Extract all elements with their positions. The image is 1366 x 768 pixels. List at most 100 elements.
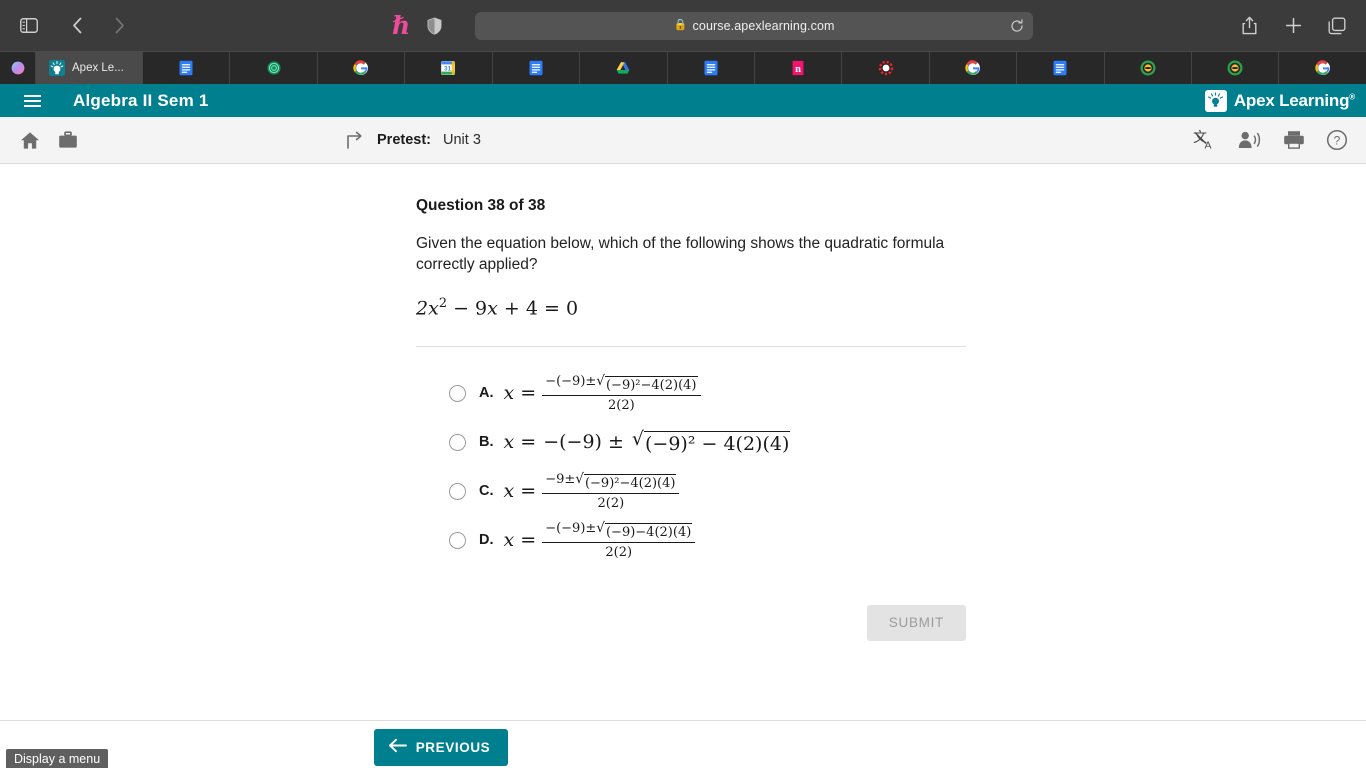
content-divider xyxy=(416,345,966,347)
question-prompt: Given the equation below, which of the f… xyxy=(416,235,945,273)
breadcrumb: Pretest: Unit 3 xyxy=(346,131,481,150)
option-d-fraction: −(−9)± √ (−9)−4(2)(4) 2(2) xyxy=(542,519,696,560)
equation-rhs: 0 xyxy=(565,297,579,320)
bottom-navigation-bar: PREVIOUS Display a menu xyxy=(0,720,1366,768)
reload-icon[interactable] xyxy=(1010,18,1024,33)
option-c-radical: √ (−9)²−4(2)(4) xyxy=(575,470,677,491)
lock-icon: 🔒 xyxy=(673,19,688,31)
secondary-toolbar: Pretest: Unit 3 文A ? xyxy=(0,117,1366,164)
tab-red-dotted[interactable] xyxy=(842,52,930,84)
tab-notion[interactable]: n xyxy=(755,52,843,84)
print-icon[interactable] xyxy=(1283,130,1305,150)
hamburger-menu-icon[interactable] xyxy=(24,94,41,107)
tab-arc-browser[interactable] xyxy=(0,52,36,84)
svg-text:?: ? xyxy=(1334,134,1341,148)
sqrt-icon: √ xyxy=(575,470,584,487)
option-c-lead: x = xyxy=(503,480,537,503)
sidebar-toggle-icon[interactable] xyxy=(14,12,44,40)
option-b-radicand: (−9)² − 4(2)(4) xyxy=(644,430,791,455)
option-letter-b: B. xyxy=(479,434,494,451)
read-aloud-icon[interactable] xyxy=(1238,130,1262,150)
tab-google-docs-3[interactable] xyxy=(668,52,755,84)
brand-trademark: ® xyxy=(1349,91,1355,101)
previous-button-label: PREVIOUS xyxy=(415,739,491,755)
radio-option-d[interactable] xyxy=(449,531,466,549)
toolbar-nav-icons xyxy=(20,131,78,150)
back-chevron-icon[interactable] xyxy=(62,12,92,40)
equation-minus: − xyxy=(453,297,469,320)
tab-green-globe[interactable] xyxy=(230,52,318,84)
answer-option-d[interactable]: D. x = −(−9)± √ (−9)−4(2)(4) 2(2) xyxy=(416,516,958,565)
calendar-31-icon: 31 xyxy=(441,60,456,75)
answer-options: A. x = −(−9)± √ (−9)²−4(2)(4) 2(2) B. x = … xyxy=(416,369,958,565)
apex-icon xyxy=(49,60,65,76)
docs-icon xyxy=(179,60,193,76)
option-c-denominator: 2(2) xyxy=(597,495,625,511)
arrow-left-icon xyxy=(388,738,408,756)
up-level-arrow-icon[interactable] xyxy=(346,131,365,150)
tab-google-2[interactable] xyxy=(930,52,1018,84)
tab-google-calendar[interactable]: 31 xyxy=(405,52,493,84)
forward-chevron-icon xyxy=(104,12,134,40)
breadcrumb-value: Unit 3 xyxy=(443,132,481,148)
equation-coef-c: 4 xyxy=(525,297,538,320)
answer-option-b[interactable]: B. x = −(−9) ± √ (−9)² − 4(2)(4) xyxy=(416,418,958,467)
briefcase-icon[interactable] xyxy=(58,131,78,149)
radio-option-b[interactable] xyxy=(449,433,466,451)
option-formula-b: x = −(−9) ± √ (−9)² − 4(2)(4) xyxy=(503,427,791,455)
submit-button[interactable]: SUBMIT xyxy=(866,604,966,641)
tab-apex-learning[interactable]: Apex Le... xyxy=(36,52,143,84)
question-equation: 2x2 − 9x + 4 = 0 xyxy=(416,296,579,320)
option-d-denominator: 2(2) xyxy=(605,544,633,560)
svg-text:31: 31 xyxy=(445,66,453,73)
shield-extension-icon[interactable] xyxy=(419,12,449,40)
docs-icon xyxy=(704,60,718,76)
question-container: Question 38 of 38 Given the equation bel… xyxy=(408,164,966,641)
option-formula-c: x = −9± √ (−9)²−4(2)(4) 2(2) xyxy=(504,472,680,511)
radio-option-a[interactable] xyxy=(449,384,466,402)
url-text: course.apexlearning.com xyxy=(692,18,835,33)
red-circle-icon xyxy=(878,60,893,76)
share-icon[interactable] xyxy=(1234,12,1264,40)
option-a-radical: √ (−9)²−4(2)(4) xyxy=(596,374,698,393)
option-a-denominator: 2(2) xyxy=(608,397,635,413)
home-icon[interactable] xyxy=(20,131,40,150)
app-header: Algebra II Sem 1 Apex Learning® xyxy=(0,84,1366,117)
url-display: 🔒 course.apexlearning.com xyxy=(674,19,835,33)
plus-icon[interactable] xyxy=(1278,12,1308,40)
previous-button[interactable]: PREVIOUS xyxy=(373,728,509,766)
tab-google-1[interactable] xyxy=(318,52,406,84)
option-b-lead: x = xyxy=(503,431,537,454)
sqrt-icon: √ xyxy=(596,519,605,536)
option-a-radicand: (−9)²−4(2)(4) xyxy=(604,375,698,393)
option-c-fraction: −9± √ (−9)²−4(2)(4) 2(2) xyxy=(542,472,680,511)
docs-icon xyxy=(1053,60,1067,76)
equation-exponent: 2 xyxy=(438,296,448,312)
option-letter-c: C. xyxy=(479,483,494,500)
option-d-radical: √ (−9)−4(2)(4) xyxy=(596,519,693,540)
notion-n-icon: n xyxy=(792,60,804,76)
address-bar[interactable]: 🔒 course.apexlearning.com xyxy=(475,11,1034,40)
tab-green-ring-1[interactable] xyxy=(1105,52,1193,84)
help-icon[interactable]: ? xyxy=(1326,129,1348,151)
sqrt-icon: √ xyxy=(631,427,645,450)
option-d-radicand: (−9)−4(2)(4) xyxy=(604,522,693,540)
tab-overview-icon[interactable] xyxy=(1322,12,1352,40)
tab-google-docs-4[interactable] xyxy=(1017,52,1105,84)
tab-google-3[interactable] xyxy=(1279,52,1365,84)
google-icon xyxy=(353,60,369,75)
equation-plus: + xyxy=(503,297,520,320)
tab-green-ring-2[interactable] xyxy=(1192,52,1280,84)
translate-icon[interactable]: 文A xyxy=(1193,129,1217,151)
honey-extension-icon[interactable]: ℏ xyxy=(392,13,410,38)
tab-google-docs-2[interactable] xyxy=(493,52,581,84)
tab-google-docs-1[interactable] xyxy=(143,52,231,84)
tab-google-drive[interactable] xyxy=(580,52,668,84)
option-c-numerator: −9± √ (−9)²−4(2)(4) xyxy=(542,472,679,493)
status-tooltip: Display a menu xyxy=(6,749,109,768)
option-c-prefix: −9± xyxy=(545,471,576,487)
radio-option-c[interactable] xyxy=(449,482,466,500)
google-icon xyxy=(1314,60,1330,75)
answer-option-a[interactable]: A. x = −(−9)± √ (−9)²−4(2)(4) 2(2) xyxy=(416,369,958,418)
answer-option-c[interactable]: C. x = −9± √ (−9)²−4(2)(4) 2(2) xyxy=(416,467,958,516)
